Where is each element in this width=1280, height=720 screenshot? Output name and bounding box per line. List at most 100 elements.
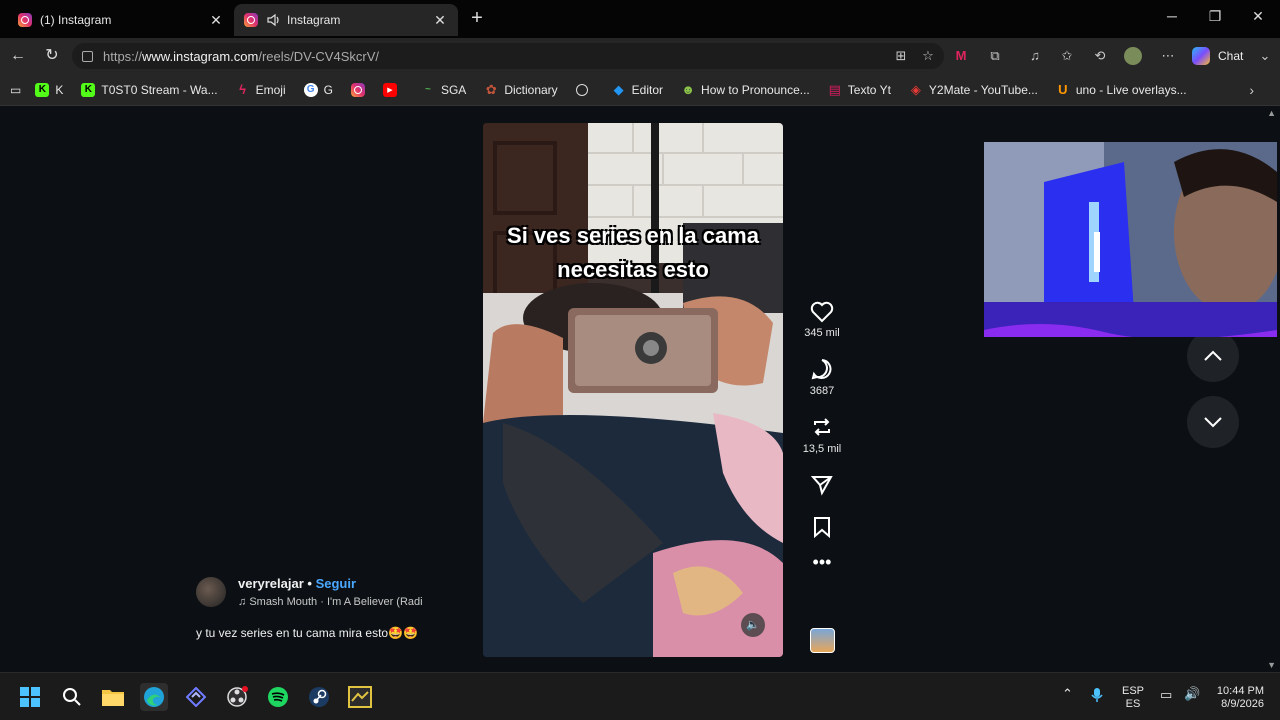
- sga-icon: ~: [425, 84, 431, 95]
- back-icon[interactable]: ←: [8, 46, 28, 66]
- next-reel-button[interactable]: [1187, 396, 1239, 448]
- profile-avatar-icon[interactable]: [1124, 47, 1142, 65]
- more-options-button[interactable]: •••: [800, 552, 844, 572]
- previous-reel-button[interactable]: [1187, 330, 1239, 382]
- bookmarks-menu-icon[interactable]: ▭: [10, 83, 21, 97]
- tab-instagram-2[interactable]: Instagram ✕: [234, 4, 458, 36]
- send-icon: [810, 476, 833, 496]
- tab-instagram-1[interactable]: (1) Instagram ✕: [8, 4, 234, 36]
- bookmark-item[interactable]: KK: [35, 82, 63, 97]
- new-tab-button[interactable]: +: [466, 8, 488, 30]
- song-title: Smash Mouth · I'm A Believer (Radi: [249, 596, 423, 608]
- tab-title: (1) Instagram: [40, 13, 112, 27]
- repost-count: 13,5 mil: [802, 443, 842, 455]
- like-button[interactable]: 345 mil: [800, 301, 844, 339]
- spotify-icon[interactable]: [264, 683, 292, 711]
- pronounce-icon: ☻: [681, 82, 695, 97]
- speaker-icon[interactable]: [266, 13, 280, 27]
- repost-button[interactable]: 13,5 mil: [800, 415, 844, 455]
- show-hidden-icons-chevron[interactable]: ⌃: [1062, 687, 1073, 700]
- date-text: 8/9/2026: [1221, 698, 1264, 710]
- y2mate-icon: ◈: [910, 81, 921, 97]
- scroll-up-arrow-icon[interactable]: ▲: [1267, 108, 1276, 118]
- copilot-icon: [1192, 47, 1210, 65]
- reel-video[interactable]: Si ves series en la cama necesitas esto …: [483, 123, 783, 657]
- bookmark-item[interactable]: K T0ST0 Stream - Wa...: [81, 82, 218, 97]
- editor-icon: ◆: [613, 81, 624, 97]
- video-editor-icon[interactable]: [346, 683, 374, 711]
- navigation-bar: ← ↻ https://www.instagram.com/reels/DV-C…: [0, 38, 1280, 74]
- bookmark-item[interactable]: ~ SGA: [421, 83, 466, 97]
- file-explorer-icon[interactable]: [99, 683, 127, 711]
- history-icon[interactable]: ⟲: [1091, 47, 1109, 65]
- volume-icon[interactable]: 🔊: [1184, 687, 1200, 700]
- site-info-icon[interactable]: [82, 50, 93, 62]
- bookmark-item[interactable]: [350, 82, 365, 97]
- maximize-icon[interactable]: ❐: [1205, 8, 1225, 25]
- bookmark-item[interactable]: ◆ Editor: [612, 81, 663, 97]
- comment-button[interactable]: 3687: [800, 357, 844, 397]
- close-window-icon[interactable]: ✕: [1248, 8, 1268, 25]
- chevron-down-icon[interactable]: ⌄: [1256, 47, 1274, 65]
- texto-icon: ▤: [828, 81, 841, 97]
- minimize-icon[interactable]: ─: [1162, 8, 1182, 24]
- more-menu-icon[interactable]: ⋯: [1159, 47, 1177, 65]
- scroll-down-arrow-icon[interactable]: ▼: [1267, 660, 1276, 670]
- network-icon[interactable]: ▭: [1160, 688, 1172, 701]
- edge-browser-icon[interactable]: [140, 683, 168, 711]
- bookmark-item[interactable]: ϟ Emoji: [236, 82, 285, 97]
- webcam-overlay: [984, 142, 1277, 337]
- webcam-feed: [984, 142, 1277, 337]
- song-info[interactable]: ♫ Smash Mouth · I'm A Believer (Radi: [238, 596, 423, 608]
- bookmark-item[interactable]: ✿ Dictionary: [484, 82, 558, 97]
- favorites-icon[interactable]: ✩: [1058, 47, 1076, 65]
- bookmark-item[interactable]: ◈ Y2Mate - YouTube...: [909, 81, 1038, 97]
- bookmark-item[interactable]: Uuno - Live overlays...: [1056, 82, 1186, 97]
- more-bookmarks-chevron-icon[interactable]: ›: [1249, 82, 1254, 98]
- save-button[interactable]: [800, 515, 844, 539]
- close-tab-icon[interactable]: ✕: [432, 12, 448, 29]
- more-horizontal-icon: •••: [812, 552, 832, 572]
- audio-thumbnail[interactable]: [810, 628, 835, 653]
- clock[interactable]: 10:44 PM 8/9/2026: [1210, 685, 1264, 711]
- google-icon: G: [303, 82, 318, 97]
- microphone-icon[interactable]: [1090, 687, 1104, 707]
- bookmark-item[interactable]: ☻ How to Pronounce...: [681, 82, 810, 97]
- favorite-star-icon[interactable]: ☆: [919, 47, 937, 65]
- uno-icon: U: [1058, 82, 1068, 97]
- media-control-icon[interactable]: ♫: [1026, 47, 1044, 65]
- steam-icon[interactable]: [305, 683, 333, 711]
- follow-button[interactable]: Seguir: [316, 576, 356, 591]
- repost-icon: [814, 418, 830, 436]
- bookmark-item[interactable]: ▤ Texto Yt: [828, 81, 891, 97]
- extensions-icon[interactable]: ⧉: [986, 47, 1004, 65]
- mute-icon[interactable]: 🔈: [741, 613, 765, 637]
- app-diamond-icon[interactable]: [182, 683, 210, 711]
- comment-icon: [811, 359, 832, 380]
- search-icon[interactable]: [58, 683, 86, 711]
- username-link[interactable]: veryrelajar: [238, 576, 304, 591]
- author-line: veryrelajar • Seguir: [238, 576, 356, 591]
- bookmark-item[interactable]: [575, 83, 594, 96]
- separator: •: [303, 576, 316, 591]
- reel-overlay-text: Si ves series en la cama necesitas esto: [507, 223, 759, 282]
- avatar[interactable]: [196, 577, 226, 607]
- instagram-icon: [350, 82, 365, 97]
- language-indicator[interactable]: ESP ES: [1122, 685, 1144, 711]
- refresh-icon[interactable]: ↻: [42, 46, 62, 66]
- bookmark-icon: [814, 517, 830, 539]
- address-bar[interactable]: https://www.instagram.com/reels/DV-CV4Sk…: [72, 43, 944, 69]
- bookmark-item[interactable]: GG: [303, 82, 333, 97]
- youtube-icon: ▶: [382, 82, 397, 97]
- copilot-chat-button[interactable]: Chat: [1192, 45, 1243, 67]
- kick-icon: K: [81, 82, 96, 97]
- windows-start-icon[interactable]: [16, 683, 44, 711]
- share-button[interactable]: [800, 473, 844, 497]
- close-tab-icon[interactable]: ✕: [208, 12, 224, 29]
- url-text: https://www.instagram.com/reels/DV-CV4Sk…: [103, 48, 379, 64]
- app-available-icon[interactable]: ⊞: [892, 47, 910, 65]
- reel-video-frame: [483, 123, 783, 657]
- extension-red-icon[interactable]: M: [952, 47, 970, 65]
- bookmark-item[interactable]: ▶: [382, 82, 403, 97]
- obs-studio-icon[interactable]: [223, 683, 251, 711]
